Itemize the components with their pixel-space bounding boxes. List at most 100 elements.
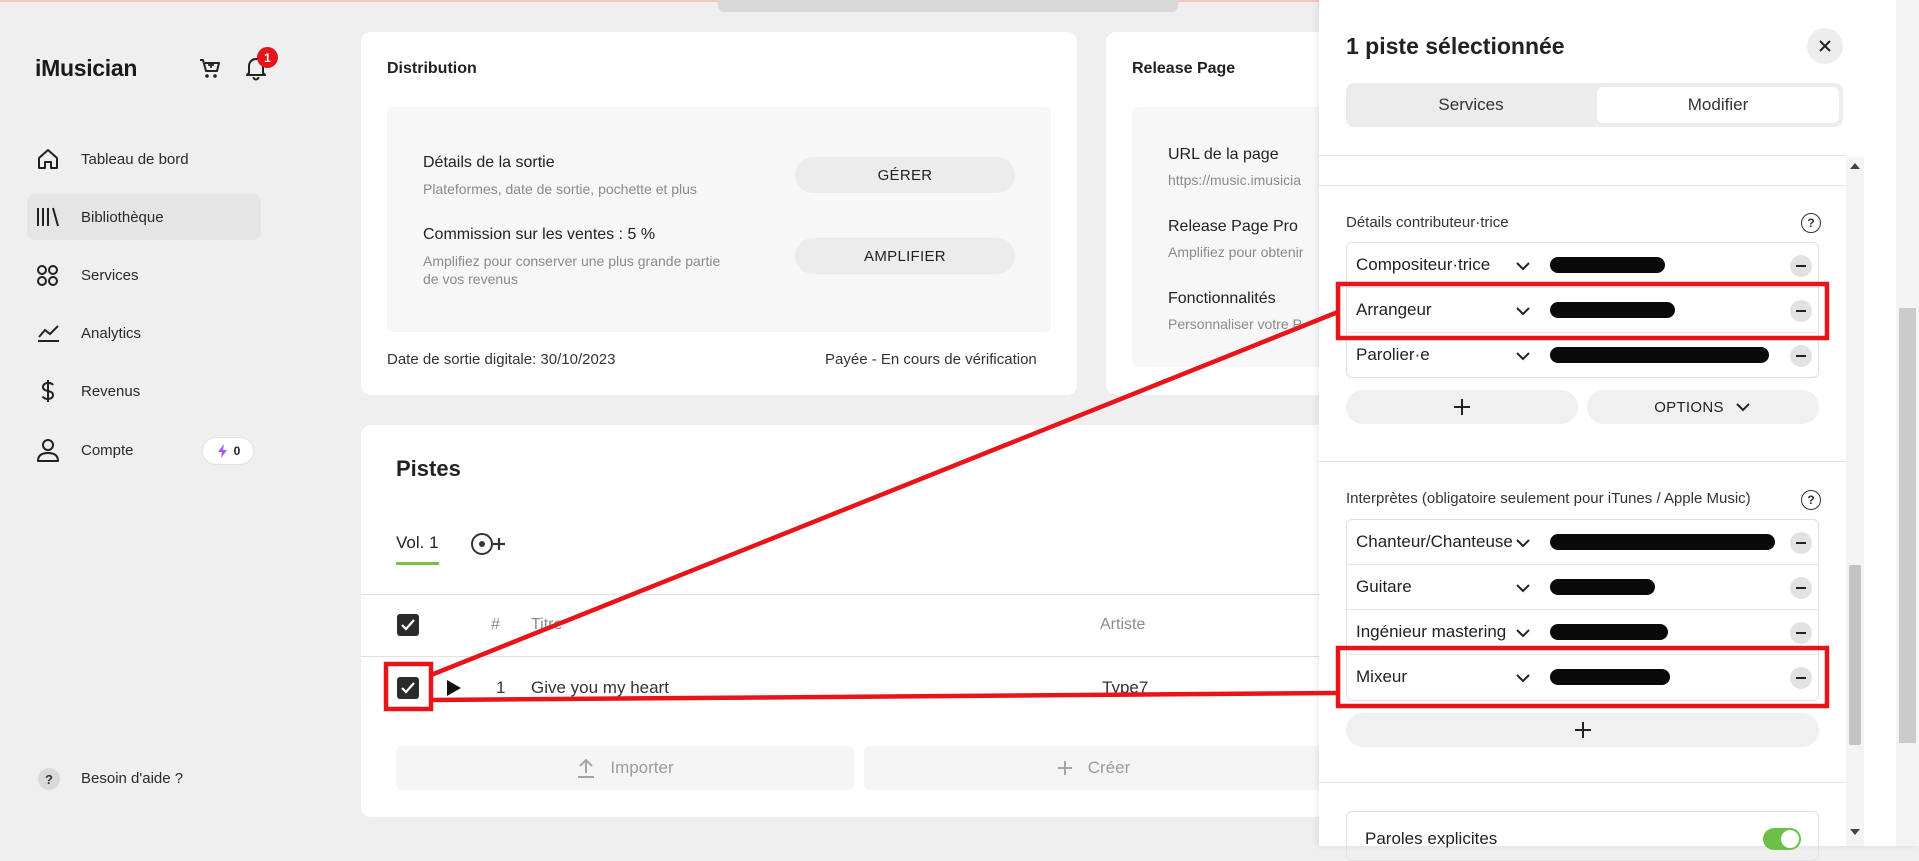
sidebar-item-label: Revenus xyxy=(81,382,141,400)
remove-button[interactable] xyxy=(1790,532,1812,554)
horizontal-scrollbar[interactable] xyxy=(718,0,1178,12)
column-number: # xyxy=(491,616,500,633)
window-scroll-thumb[interactable] xyxy=(1899,308,1916,743)
amplify-button[interactable]: AMPLIFIER xyxy=(795,238,1015,274)
page-url-title: URL de la page xyxy=(1168,146,1279,163)
performer-row: Ingénieur mastering xyxy=(1347,610,1818,655)
panel-divider xyxy=(1319,155,1846,156)
tab-services[interactable]: Services xyxy=(1350,87,1592,123)
table-divider xyxy=(361,594,1336,595)
options-label: OPTIONS xyxy=(1654,398,1724,416)
remove-button[interactable] xyxy=(1790,667,1812,689)
track-title: Give you my heart xyxy=(531,678,669,697)
scroll-down-arrow[interactable] xyxy=(1850,829,1860,835)
add-disc-icon[interactable] xyxy=(470,531,508,557)
redacted-name xyxy=(1550,534,1775,550)
performers-label: Interprètes (obligatoire seulement pour … xyxy=(1346,490,1751,507)
add-performer-button[interactable] xyxy=(1346,713,1819,747)
remove-button[interactable] xyxy=(1790,622,1812,644)
user-icon xyxy=(37,439,59,462)
options-button[interactable]: OPTIONS xyxy=(1587,390,1819,424)
tab-volume-1[interactable]: Vol. 1 xyxy=(396,533,439,553)
role-select[interactable]: Chanteur/Chanteuse xyxy=(1356,532,1513,552)
add-contributor-button[interactable] xyxy=(1346,390,1578,424)
release-date: Date de sortie digitale: 30/10/2023 xyxy=(387,351,616,368)
plus-icon xyxy=(1057,761,1072,775)
panel-divider xyxy=(1319,185,1846,186)
help-icon[interactable]: ? xyxy=(38,768,60,790)
role-select[interactable]: Mixeur xyxy=(1356,667,1407,687)
library-icon xyxy=(37,207,59,227)
panel-divider xyxy=(1319,782,1846,783)
contributor-row: Arrangeur xyxy=(1347,288,1818,333)
column-title[interactable]: Titre xyxy=(531,616,562,634)
redacted-name xyxy=(1550,669,1670,685)
plus-icon xyxy=(1574,722,1591,738)
role-select[interactable]: Guitare xyxy=(1356,577,1412,597)
chevron-down-icon[interactable] xyxy=(1513,578,1533,598)
performers-list: Chanteur/Chanteuse Guitare Ingénieur mas… xyxy=(1346,519,1819,701)
cart-icon[interactable] xyxy=(197,55,223,81)
track-checkbox[interactable] xyxy=(397,677,419,699)
sidebar-item-label: Bibliothèque xyxy=(81,208,164,226)
analytics-icon xyxy=(38,325,59,342)
select-all-checkbox[interactable] xyxy=(397,614,419,636)
help-icon[interactable]: ? xyxy=(1801,213,1821,233)
chevron-down-icon[interactable] xyxy=(1513,533,1533,553)
sidebar-item-revenue[interactable]: Revenus xyxy=(27,368,261,414)
column-artist[interactable]: Artiste xyxy=(1100,616,1145,634)
chevron-down-icon[interactable] xyxy=(1513,346,1533,366)
commission-title: Commission sur les ventes : 5 % xyxy=(423,226,656,243)
redacted-name xyxy=(1550,347,1769,363)
sidebar-item-analytics[interactable]: Analytics xyxy=(27,310,261,356)
sidebar-item-label: Compte xyxy=(81,441,134,459)
commission-subtitle-1: Amplifiez pour conserver une plus grande… xyxy=(423,253,721,269)
scroll-up-arrow[interactable] xyxy=(1850,163,1860,169)
sidebar-item-services[interactable]: Services xyxy=(27,252,261,298)
services-icon xyxy=(37,265,58,286)
payment-status: Payée - En cours de vérification xyxy=(825,351,1037,368)
remove-button[interactable] xyxy=(1790,255,1812,277)
table-divider xyxy=(361,656,1336,657)
role-select[interactable]: Ingénieur mastering xyxy=(1356,622,1506,642)
check-icon xyxy=(401,682,415,694)
manage-button[interactable]: GÉRER xyxy=(795,157,1015,193)
panel-tabs: Services Modifier xyxy=(1346,83,1843,127)
role-select[interactable]: Compositeur·trice xyxy=(1356,255,1490,275)
remove-button[interactable] xyxy=(1790,300,1812,322)
chevron-down-icon[interactable] xyxy=(1513,668,1533,688)
sidebar-item-dashboard[interactable]: Tableau de bord xyxy=(27,136,261,182)
panel-scroll-thumb[interactable] xyxy=(1849,565,1861,745)
panel-divider xyxy=(1319,461,1846,462)
performer-row: Chanteur/Chanteuse xyxy=(1347,520,1818,565)
chevron-down-icon[interactable] xyxy=(1513,301,1533,321)
credits-badge[interactable]: 0 xyxy=(203,438,253,464)
create-label: Créer xyxy=(1087,758,1131,777)
home-icon xyxy=(38,149,58,169)
remove-button[interactable] xyxy=(1790,577,1812,599)
logo[interactable]: iMusician xyxy=(35,55,137,82)
credits-count: 0 xyxy=(233,444,241,458)
chevron-down-icon[interactable] xyxy=(1513,623,1533,643)
dollar-icon xyxy=(41,380,55,402)
tab-modifier[interactable]: Modifier xyxy=(1597,87,1839,123)
release-details-title: Détails de la sortie xyxy=(423,154,555,171)
sidebar-item-label: Tableau de bord xyxy=(81,150,189,168)
help-icon[interactable]: ? xyxy=(1801,490,1821,510)
import-button[interactable]: Importer xyxy=(396,746,854,790)
page-url-value[interactable]: https://music.imusicia xyxy=(1168,171,1318,189)
chevron-down-icon[interactable] xyxy=(1513,256,1533,276)
performer-row: Mixeur xyxy=(1347,655,1818,700)
play-icon[interactable] xyxy=(446,679,462,697)
role-select[interactable]: Arrangeur xyxy=(1356,300,1432,320)
close-button[interactable] xyxy=(1807,28,1843,64)
features-subtitle: Personnaliser votre P xyxy=(1168,316,1302,332)
role-select[interactable]: Parolier·e xyxy=(1356,345,1430,365)
sidebar-item-library[interactable]: Bibliothèque xyxy=(27,194,261,240)
commission-subtitle-2: de vos revenus xyxy=(423,271,518,287)
remove-button[interactable] xyxy=(1790,345,1812,367)
help-link[interactable]: Besoin d'aide ? xyxy=(81,770,183,787)
contributor-row: Compositeur·trice xyxy=(1347,243,1818,288)
create-button[interactable]: Créer xyxy=(864,746,1322,790)
release-page-pro-title: Release Page Pro xyxy=(1168,218,1298,235)
